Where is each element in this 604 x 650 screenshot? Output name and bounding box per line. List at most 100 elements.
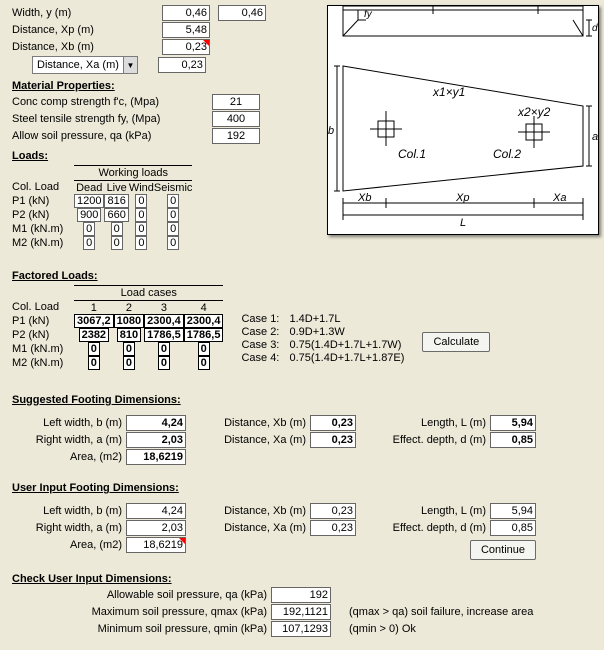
suggested-heading: Suggested Footing Dimensions: (12, 394, 592, 406)
load-cell[interactable]: 0 (167, 194, 179, 208)
load-cell[interactable]: 0 (83, 222, 95, 236)
load-cell[interactable]: 0 (135, 194, 147, 208)
diag-xa: Xa (552, 192, 566, 204)
row-label: M1 (kN.m) (12, 343, 63, 355)
ui-d-val[interactable]: 0,85 (490, 520, 536, 536)
load-cell[interactable]: 0 (167, 236, 179, 250)
load-cell[interactable]: 0 (135, 208, 147, 222)
load-cell[interactable]: 0 (167, 222, 179, 236)
load-cell[interactable]: 0 (111, 222, 123, 236)
table-row: P1 (kN) 1200 816 0 0 (12, 194, 192, 208)
table-row: M1 (kN.m) 0 0 0 0 (12, 222, 192, 236)
fact-cell: 0 (88, 356, 100, 370)
width-label: Width, y (m) (12, 7, 162, 19)
check-qa-label: Allowable soil pressure, qa (kPa) (12, 589, 267, 601)
fc-val[interactable]: 21 (212, 94, 260, 110)
fact-cell: 0 (158, 356, 170, 370)
diag-a: a (592, 131, 598, 143)
calculate-button[interactable]: Calculate (422, 332, 490, 352)
table-row: M2 (kN.m) 0 0 0 0 (12, 236, 192, 250)
row-label: P1 (kN) (12, 315, 49, 327)
case-formula: 1.4D+1.7L (289, 313, 340, 325)
load-cell[interactable]: 0 (111, 236, 123, 250)
load-cases-header: Load cases (121, 287, 177, 299)
fact-cell: 2300,4 (184, 314, 224, 328)
sug-d-label: Effect. depth, d (m) (366, 434, 486, 446)
ui-xa-val[interactable]: 0,23 (310, 520, 356, 536)
case-col: 4 (201, 302, 207, 314)
load-cell[interactable]: 0 (167, 208, 179, 222)
load-cell[interactable]: 1200 (74, 194, 104, 208)
fy-val[interactable]: 400 (212, 111, 260, 127)
loads-col-live: Live (107, 182, 127, 194)
case-col: 1 (91, 302, 97, 314)
load-cell[interactable]: 900 (77, 208, 101, 222)
dist-xa-dropdown-text: Distance, Xa (m) (33, 59, 123, 71)
sug-xa-val: 0,23 (310, 432, 356, 448)
case-col: 3 (161, 302, 167, 314)
load-cell[interactable]: 0 (83, 236, 95, 250)
sug-d-val: 0,85 (490, 432, 536, 448)
check-qa-val: 192 (271, 587, 331, 603)
col-load-label: Col. Load (12, 301, 59, 313)
ui-a-val[interactable]: 2,03 (126, 520, 186, 536)
diag-x1y1: x1×y1 (432, 85, 465, 99)
case-col: 2 (126, 302, 132, 314)
table-row: P2 (kN) 2382 810 1786,5 1786,5 (12, 328, 223, 342)
row-label: P2 (kN) (12, 209, 49, 221)
case-label: Case 4: (241, 352, 289, 364)
case-label: Case 2: (241, 326, 289, 338)
ui-xb-val[interactable]: 0,23 (310, 503, 356, 519)
ui-b-val[interactable]: 4,24 (126, 503, 186, 519)
sug-a-val: 2,03 (126, 432, 186, 448)
fy-label: Steel tensile strength fy, (Mpa) (12, 113, 212, 125)
ui-area-label: Area, (m2) (12, 539, 122, 551)
sug-a-label: Right width, a (m) (12, 434, 122, 446)
factored-table: Load cases Col. Load 1 2 3 4 P1 (kN) 306… (12, 284, 223, 370)
table-row: P2 (kN) 900 660 0 0 (12, 208, 192, 222)
check-qmin-note: (qmin > 0) Ok (349, 623, 416, 635)
table-row: M2 (kN.m) 0 0 0 0 (12, 356, 223, 370)
load-cell[interactable]: 0 (135, 236, 147, 250)
load-cell[interactable]: 816 (104, 194, 128, 208)
diag-L: L (460, 217, 466, 229)
sug-xa-label: Distance, Xa (m) (196, 434, 306, 446)
col-load-label: Col. Load (12, 181, 59, 193)
fact-cell: 1080 (114, 314, 144, 328)
diag-xb: Xb (357, 192, 371, 204)
fact-cell: 0 (198, 342, 210, 356)
sug-area-label: Area, (m2) (12, 451, 122, 463)
qa-val[interactable]: 192 (212, 128, 260, 144)
width-val2[interactable]: 0,46 (218, 5, 266, 21)
width-val1[interactable]: 0,46 (162, 5, 210, 21)
sug-xb-label: Distance, Xb (m) (196, 417, 306, 429)
dist-xp-label: Distance, Xp (m) (12, 24, 162, 36)
ui-d-label: Effect. depth, d (m) (366, 522, 486, 534)
footing-diagram: fy d x1×y1 x2×y2 Col.1 Col.2 (327, 5, 599, 235)
chevron-down-icon: ▼ (123, 57, 137, 73)
ui-b-label: Left width, b (m) (12, 505, 122, 517)
fact-cell: 0 (123, 342, 135, 356)
case-formula: 0.9D+1.3W (289, 326, 344, 338)
ui-L-label: Length, L (m) (366, 505, 486, 517)
fact-cell: 1786,5 (184, 328, 224, 342)
loads-col-dead: Dead (76, 182, 102, 194)
dist-xb-val[interactable]: 0,23 (162, 39, 210, 55)
ui-xa-label: Distance, Xa (m) (196, 522, 306, 534)
dist-xp-val[interactable]: 5,48 (162, 22, 210, 38)
load-cell[interactable]: 0 (135, 222, 147, 236)
qa-label: Allow soil pressure, qa (kPa) (12, 130, 212, 142)
fact-cell: 810 (117, 328, 141, 342)
ui-L-val[interactable]: 5,94 (490, 503, 536, 519)
load-cell[interactable]: 660 (104, 208, 128, 222)
dist-xa-dropdown[interactable]: Distance, Xa (m) ▼ (32, 56, 138, 74)
continue-button[interactable]: Continue (470, 540, 536, 560)
fact-cell: 0 (198, 356, 210, 370)
fact-cell: 1786,5 (144, 328, 184, 342)
ui-xb-label: Distance, Xb (m) (196, 505, 306, 517)
ui-area-val[interactable]: 18,6219 (126, 537, 186, 553)
dist-xa-val[interactable]: 0,23 (158, 57, 206, 73)
diag-xp: Xp (455, 192, 469, 204)
sug-xb-val: 0,23 (310, 415, 356, 431)
diag-fy: fy (364, 9, 373, 20)
